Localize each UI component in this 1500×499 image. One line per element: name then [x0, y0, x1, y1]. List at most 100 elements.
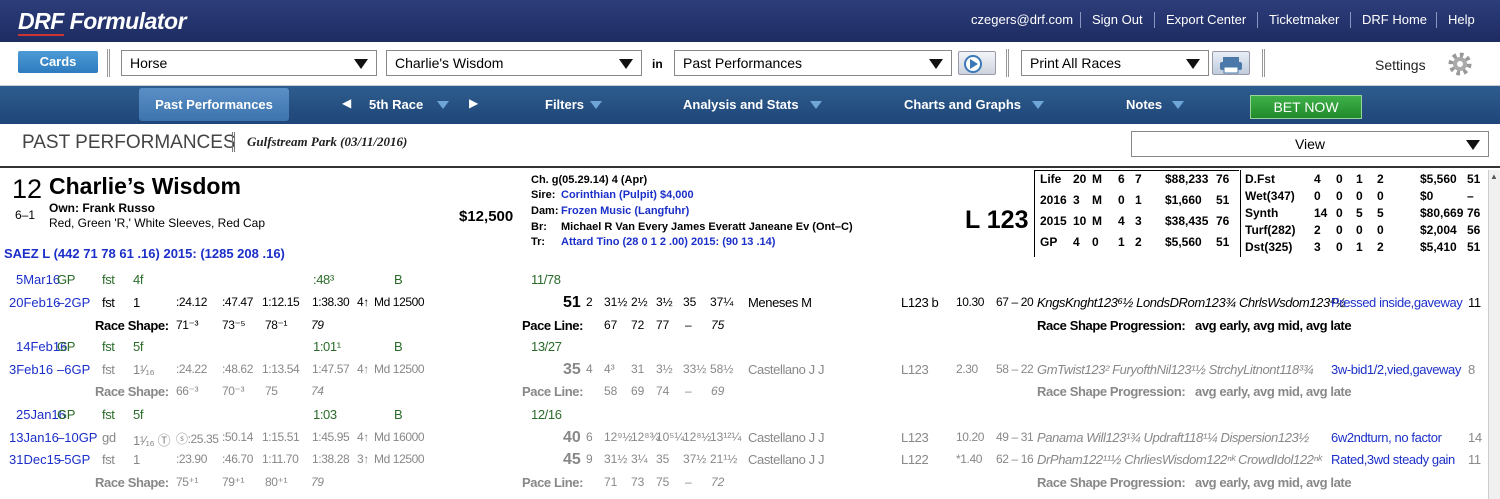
trainer-link[interactable]: Attard Tino (28 0 1 2 .00) 2015: (90 13 … [561, 236, 775, 248]
tab-past-performances[interactable]: Past Performances [139, 88, 289, 121]
company-line[interactable]: Panama Will123¹¾ Updraft118¹¼ Dispersion… [1037, 430, 1309, 445]
gear-icon[interactable] [1447, 51, 1473, 77]
race-select[interactable]: 5th Race [369, 97, 423, 112]
horse-name[interactable]: Charlie’s Wisdom [49, 173, 241, 200]
race-date[interactable]: 13Jan16 [9, 430, 59, 445]
stat-cell: M [1092, 193, 1102, 207]
go-button[interactable] [958, 51, 996, 75]
race-shape-progression: avg early, avg mid, avg late [1195, 475, 1352, 490]
race-shape-label: Race Shape: [95, 475, 169, 490]
filters-menu[interactable]: Filters [545, 97, 584, 112]
chevron-down-icon [1172, 101, 1184, 109]
final-time: 1:45.95 [312, 430, 350, 444]
analysis-stats-menu[interactable]: Analysis and Stats [683, 97, 799, 112]
pace-1: 67 [604, 318, 618, 332]
work-dist: 5f [133, 339, 144, 354]
print-button[interactable] [1212, 51, 1250, 75]
call3: 35 [656, 452, 670, 466]
select-value: Print All Races [1030, 55, 1122, 71]
chevron-down-icon [929, 59, 943, 69]
prev-race-arrow-icon[interactable]: ◀ [342, 96, 351, 110]
race-shape-4: 74 [311, 384, 324, 398]
stat-cell: $38,435 [1165, 214, 1209, 228]
horse-select[interactable]: Charlie's Wisdom [386, 50, 642, 76]
sire-link[interactable]: Corinthian (Pulpit) $4,000 [561, 189, 694, 201]
field-size: 8 [1468, 362, 1475, 377]
program-number: 12 [12, 174, 43, 204]
search-type-select[interactable]: Horse [121, 50, 377, 76]
chevron-down-icon [619, 59, 633, 69]
sign-out-link[interactable]: Sign Out [1092, 12, 1143, 27]
post-position: 4 [586, 362, 593, 376]
settings-label[interactable]: Settings [1375, 57, 1426, 73]
work-grade: B [394, 407, 403, 422]
stat-cell: 1 [1356, 240, 1363, 254]
race-shape-3: 78⁻¹ [265, 318, 288, 332]
drf-formulator-logo[interactable]: DRF Formulator [18, 8, 187, 36]
jockey-line[interactable]: SAEZ L (442 71 78 61 .16) 2015: (1285 20… [4, 246, 285, 261]
stat-cell: 5 [1356, 206, 1363, 220]
race-shape-label: Race Shape: [95, 318, 169, 333]
pace-line-label: Pace Line: [522, 475, 584, 490]
pace-5: 69 [711, 384, 725, 398]
user-email-link[interactable]: czegers@drf.com [971, 12, 1073, 27]
notes-menu[interactable]: Notes [1126, 97, 1162, 112]
race-date[interactable]: 3Feb16 [9, 362, 53, 377]
next-race-arrow-icon[interactable]: ▶ [469, 96, 478, 110]
work-dist: 5f [133, 407, 144, 422]
work-time: :48³ [313, 272, 334, 287]
stat-cell: Wet(347) [1245, 189, 1295, 203]
pace-4: – [685, 318, 692, 332]
frac1: :23.90 [176, 452, 207, 466]
dam-link[interactable]: Frozen Music (Langfuhr) [561, 205, 689, 217]
ticketmaker-link[interactable]: Ticketmaker [1269, 12, 1339, 27]
pace-3: 75 [656, 475, 670, 489]
charts-graphs-menu[interactable]: Charts and Graphs [904, 97, 1021, 112]
race-shape-label: Race Shape: [95, 384, 169, 399]
pace-figs: 67 – 20 [996, 295, 1034, 309]
race-shape-progression-label: Race Shape Progression: [1037, 318, 1186, 333]
race-track[interactable]: –10GP [57, 430, 97, 445]
cards-button[interactable]: Cards [18, 51, 98, 73]
print-races-select[interactable]: Print All Races [1021, 50, 1209, 76]
pace-2: 72 [631, 318, 645, 332]
stat-cell: 4 [1314, 172, 1321, 186]
race-cond: fst [102, 362, 115, 377]
view-type-select[interactable]: Past Performances [674, 50, 952, 76]
breeder-label: Br: [531, 221, 547, 233]
pace-4: – [685, 475, 692, 489]
view-select[interactable]: View [1131, 131, 1489, 157]
call1: 12⁹½ [604, 430, 633, 444]
race-date[interactable]: 20Feb16 [9, 295, 60, 310]
stat-cell: 7 [1135, 172, 1142, 186]
bet-now-button[interactable]: BET NOW [1250, 95, 1362, 119]
scrollbar[interactable] [1488, 170, 1500, 499]
stat-cell: 0 [1336, 172, 1343, 186]
race-date[interactable]: 31Dec15 [9, 452, 61, 467]
scroll-up-icon[interactable]: ▲ [1490, 172, 1498, 181]
final-time: 1:38.30 [312, 295, 350, 309]
race-track[interactable]: –5GP [57, 452, 90, 467]
company-line[interactable]: KngsKnght123⁶½ LondsDRom123¾ ChrlsWsdom1… [1037, 295, 1346, 310]
race-shape-progression-label: Race Shape Progression: [1037, 475, 1186, 490]
drf-home-link[interactable]: DRF Home [1362, 12, 1427, 27]
race-track[interactable]: –6GP [57, 362, 90, 377]
stat-cell: Turf(282) [1245, 223, 1296, 237]
stat-cell: $5,560 [1420, 172, 1457, 186]
stat-cell: M [1092, 214, 1102, 228]
pace-figs: 62 – 16 [996, 452, 1034, 466]
help-link[interactable]: Help [1448, 12, 1475, 27]
company-line[interactable]: GmTwist123² FuryofthNil123¹½ StrchyLitno… [1037, 362, 1314, 377]
race-shape-progression-label: Race Shape Progression: [1037, 384, 1186, 399]
stat-cell: 4 [1118, 214, 1125, 228]
race-track[interactable]: –2GP [57, 295, 90, 310]
work-date[interactable]: 5Mar16 [16, 272, 60, 287]
trip-comment: 3w-bid1/2,vied,gaveway [1331, 362, 1461, 377]
export-center-link[interactable]: Export Center [1166, 12, 1246, 27]
stat-cell: 10 [1073, 214, 1087, 228]
company-line[interactable]: DrPham122¹¹½ ChrliesWisdom122ⁿᵏ CrowdIdo… [1037, 452, 1322, 467]
silks: Red, Green 'R,' White Sleeves, Red Cap [49, 216, 266, 230]
work-cond: fst [102, 339, 115, 354]
call1: 31½ [604, 452, 628, 466]
field-size: 11 [1468, 295, 1481, 310]
